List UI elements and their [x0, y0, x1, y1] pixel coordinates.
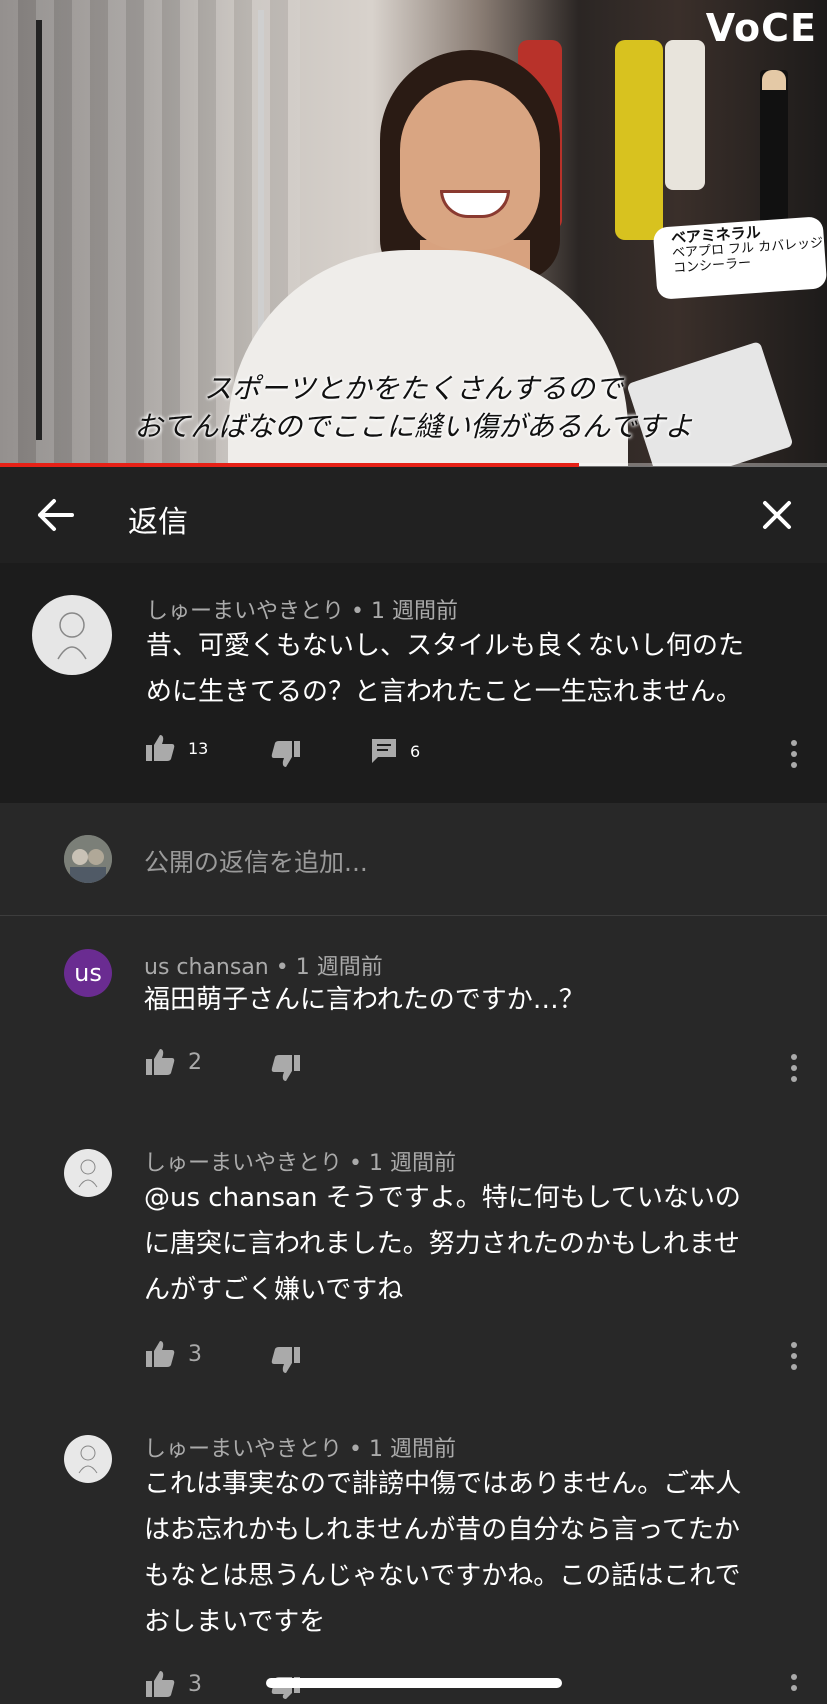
- comment-text-line: 福田萌子さんに言われたのですか…？: [144, 985, 585, 1015]
- comment-author[interactable]: しゅーまいやきとり: [144, 1151, 342, 1176]
- video-clothing-yellow: [615, 40, 663, 240]
- comment-text: これは事実なので誹謗中傷ではありません。ご本人 はお忘れかもしれませんが昔の自分…: [144, 1461, 741, 1645]
- comment-meta: しゅーまいやきとり • 1 週間前: [144, 1437, 456, 1462]
- thumbs-up-icon: [144, 1047, 176, 1077]
- thumbs-down-icon: [270, 739, 302, 769]
- like-button[interactable]: 2: [144, 1047, 202, 1077]
- dislike-button[interactable]: [270, 1053, 302, 1083]
- comment-text-line: おしまいですを: [144, 1607, 326, 1637]
- comment-meta: しゅーまいやきとり • 1 週間前: [146, 599, 458, 624]
- reply-comment: しゅーまいやきとり • 1 週間前 @us chansan そうですよ。特に何も…: [0, 1115, 827, 1405]
- comment-text: 昔、可愛くもないし、スタイルも良くないし何のた めに生きてるの？と言われたこと一…: [146, 623, 744, 715]
- comment-icon: [370, 737, 398, 765]
- comment-text-line: めに生きてるの？と言われたこと一生忘れません。: [146, 677, 742, 707]
- comment-text-line: これは事実なので誹謗中傷ではありません。ご本人: [144, 1469, 742, 1499]
- comment-time: 1 週間前: [370, 599, 458, 624]
- video-subtitles: スポーツとかをたくさんするので おてんばなのでここに縫い傷があるんですよ: [0, 370, 827, 446]
- comment-time: 1 週間前: [368, 1437, 456, 1462]
- channel-logo: VoCE: [705, 6, 817, 50]
- dislike-button[interactable]: [270, 739, 302, 769]
- comment-time: 1 週間前: [368, 1151, 456, 1176]
- comment-text: 福田萌子さんに言われたのですか…？: [144, 977, 585, 1023]
- like-button[interactable]: 3: [144, 1669, 202, 1699]
- top-comment: しゅーまいやきとり • 1 週間前 昔、可愛くもないし、スタイルも良くないし何の…: [0, 563, 827, 803]
- comment-meta: しゅーまいやきとり • 1 週間前: [144, 1151, 456, 1176]
- like-count: 3: [188, 1341, 202, 1367]
- avatar-initials: us: [74, 959, 102, 987]
- replies-header: 返信: [0, 467, 827, 563]
- home-indicator[interactable]: [266, 1678, 562, 1688]
- video-player[interactable]: ベアミネラル ベアプロ フル カバレッジ コンシーラー VoCE スポーツとかを…: [0, 0, 827, 466]
- dislike-button[interactable]: [270, 1345, 302, 1375]
- comment-text: @us chansan そうですよ。特に何もしていないの に唐突に言われました。…: [144, 1175, 741, 1313]
- comment-text-line: もなとは思うんじゃないですかね。この話はこれで: [144, 1561, 741, 1591]
- comment-text-line: はお忘れかもしれませんが昔の自分なら言ってたか: [144, 1515, 740, 1545]
- reply-comment: しゅーまいやきとり • 1 週間前 これは事実なので誹謗中傷ではありません。ご本…: [0, 1405, 827, 1704]
- avatar[interactable]: [64, 1149, 112, 1197]
- reply-input-row: 公開の返信を追加...: [0, 803, 827, 916]
- video-light-stand-2: [258, 10, 264, 370]
- arrow-left-icon[interactable]: [36, 497, 76, 533]
- comment-author[interactable]: しゅーまいやきとり: [146, 599, 344, 624]
- replies-button[interactable]: 6: [370, 737, 420, 765]
- comment-author[interactable]: しゅーまいやきとり: [144, 1437, 342, 1462]
- avatar: [64, 835, 112, 883]
- more-options-icon[interactable]: [789, 1673, 799, 1699]
- video-clothing-white: [665, 40, 705, 190]
- avatar[interactable]: [32, 595, 112, 675]
- reply-count: 6: [410, 741, 421, 761]
- thumbs-up-icon: [144, 1339, 176, 1369]
- comment-text-line: に唐突に言われました。努力されたのかもしれませ: [144, 1229, 740, 1259]
- subtitle-line-1: スポーツとかをたくさんするので: [204, 372, 623, 405]
- thumbs-down-icon: [270, 1345, 302, 1375]
- reply-comment: us us chansan • 1 週間前 福田萌子さんに言われたのですか…？ …: [0, 915, 827, 1115]
- video-product-stick: [760, 70, 788, 230]
- video-person-face: [400, 80, 540, 250]
- like-count: 2: [188, 1049, 202, 1075]
- avatar[interactable]: us: [64, 949, 112, 997]
- comment-text-line: んがすごく嫌いですね: [144, 1275, 404, 1305]
- more-options-icon[interactable]: [789, 1053, 799, 1083]
- avatar[interactable]: [64, 1435, 112, 1483]
- like-count: 13: [188, 738, 209, 758]
- more-options-icon[interactable]: [789, 739, 799, 769]
- like-button[interactable]: 13: [144, 733, 208, 763]
- reply-input[interactable]: 公開の返信を追加...: [144, 843, 368, 879]
- subtitle-line-2: おてんばなのでここに縫い傷があるんですよ: [134, 410, 693, 443]
- comment-text-line: 昔、可愛くもないし、スタイルも良くないし何のた: [146, 631, 745, 661]
- page-title: 返信: [128, 505, 188, 540]
- comment-text-line: @us chansan そうですよ。特に何もしていないの: [144, 1183, 741, 1213]
- thumbs-up-icon: [144, 1669, 176, 1699]
- close-icon[interactable]: [757, 495, 797, 535]
- video-product-cap: [762, 70, 786, 90]
- like-button[interactable]: 3: [144, 1339, 202, 1369]
- like-count: 3: [188, 1671, 202, 1697]
- more-options-icon[interactable]: [789, 1341, 799, 1371]
- thumbs-up-icon: [144, 733, 176, 763]
- thumbs-down-icon: [270, 1053, 302, 1083]
